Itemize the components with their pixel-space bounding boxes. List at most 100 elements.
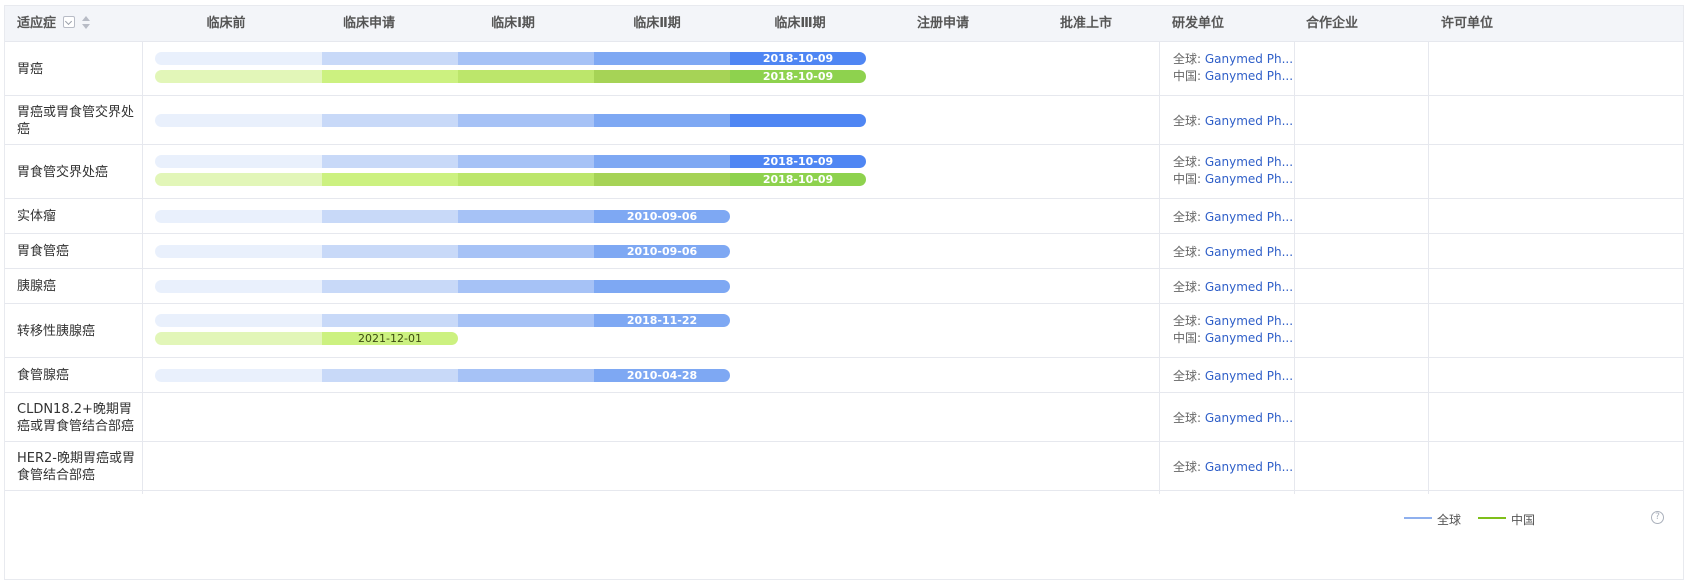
progress-segment: [322, 314, 458, 327]
developer-link[interactable]: Ganymed Ph...: [1205, 245, 1293, 259]
indication-label: 实体瘤: [17, 209, 57, 224]
progress-segment: [458, 52, 594, 65]
progress-segment: [458, 245, 594, 258]
developer-entry: 中国: Ganymed Ph...: [1173, 171, 1293, 187]
developer-entry: 全球: Ganymed Ph...: [1173, 51, 1293, 67]
developer-entry: 全球: Ganymed Ph...: [1173, 279, 1293, 295]
table-row: 转移性胰腺癌 2018-11-22 2021-12-01 全球: Ganymed Ph…: [5, 304, 1683, 358]
progress-segment: [155, 52, 322, 65]
bar-date-label: 2018-10-09: [762, 70, 834, 83]
table-row: 胃癌或胃食管交界处癌 全球: Ganymed Ph...: [5, 96, 1683, 145]
legend-global-line: [1404, 517, 1432, 519]
progress-segment: [322, 173, 458, 186]
bar-date-label: 2018-10-09: [762, 173, 834, 186]
developer-entry: 全球: Ganymed Ph...: [1173, 313, 1293, 329]
developer-link[interactable]: Ganymed Ph...: [1205, 172, 1293, 186]
developer-region-label: 全球:: [1173, 52, 1202, 66]
developer-region-label: 全球:: [1173, 411, 1202, 425]
developer-link[interactable]: Ganymed Ph...: [1205, 280, 1293, 294]
header-licensor: 许可单位: [1441, 16, 1494, 31]
header-stage-approved: 批准上市: [1059, 16, 1113, 31]
filter-icon[interactable]: [63, 16, 75, 28]
developer-region-label: 中国:: [1173, 69, 1202, 83]
table-row: 胃癌 2018-10-09 2018-10-09 全球: Ganymed Ph... 中…: [5, 42, 1683, 96]
progress-segment: [322, 280, 458, 293]
bar-date-label: 2010-04-28: [626, 369, 698, 382]
progress-segment: [458, 280, 594, 293]
indication-label: 胃食管交界处癌: [17, 164, 109, 180]
developer-link[interactable]: Ganymed Ph...: [1205, 314, 1293, 328]
legend-china-label: 中国: [1511, 513, 1536, 527]
progress-segment: [458, 210, 594, 223]
developer-entry: 全球: Ganymed Ph...: [1173, 459, 1293, 475]
developer-region-label: 中国:: [1173, 172, 1202, 186]
progress-segment: [458, 155, 594, 168]
developer-link[interactable]: Ganymed Ph...: [1205, 460, 1293, 474]
table-row: 胃食管癌 2010-09-06 全球: Ganymed Ph...: [5, 234, 1683, 269]
progress-segment: [322, 52, 458, 65]
progress-segment: [155, 314, 322, 327]
progress-segment: [594, 173, 730, 186]
header-partner: 合作企业: [1306, 16, 1359, 31]
progress-segment: [322, 369, 458, 382]
progress-segment: [155, 155, 322, 168]
developer-link[interactable]: Ganymed Ph...: [1205, 369, 1293, 383]
developer-region-label: 全球:: [1173, 245, 1202, 259]
header-developer: 研发单位: [1172, 16, 1225, 31]
developer-entry: 中国: Ganymed Ph...: [1173, 330, 1293, 346]
progress-bar-global[interactable]: [155, 114, 866, 127]
progress-segment: [594, 52, 730, 65]
indication-label: 食管腺癌: [17, 368, 70, 383]
developer-link[interactable]: Ganymed Ph...: [1205, 114, 1293, 128]
sort-icon[interactable]: [81, 16, 91, 30]
developer-entry: 全球: Ganymed Ph...: [1173, 113, 1293, 129]
pipeline-table: 适应症 临床前 临床申请 临床Ⅰ期 临床Ⅱ期 临床Ⅲ期 注册申请 批准上市 研发…: [4, 5, 1684, 580]
progress-segment: [458, 114, 594, 127]
developer-region-label: 全球:: [1173, 155, 1202, 169]
developer-region-label: 中国:: [1173, 331, 1202, 345]
developer-link[interactable]: Ganymed Ph...: [1205, 331, 1293, 345]
developer-entry: 全球: Ganymed Ph...: [1173, 410, 1293, 426]
header-stage-registration: 注册申请: [916, 16, 970, 31]
bar-date-label: 2010-09-06: [626, 245, 698, 258]
progress-segment: [458, 70, 594, 83]
indication-label: 胃癌: [17, 61, 44, 77]
developer-region-label: 全球:: [1173, 460, 1202, 474]
help-icon[interactable]: ?: [1651, 511, 1664, 524]
developer-region-label: 全球:: [1173, 369, 1202, 383]
header-stage-phase2: 临床Ⅱ期: [633, 16, 681, 31]
developer-link[interactable]: Ganymed Ph...: [1205, 210, 1293, 224]
developer-entry: 全球: Ganymed Ph...: [1173, 368, 1293, 384]
progress-segment: [322, 245, 458, 258]
developer-link[interactable]: Ganymed Ph...: [1205, 52, 1293, 66]
developer-entry: 全球: Ganymed Ph...: [1173, 244, 1293, 260]
progress-bar-global[interactable]: [155, 280, 730, 293]
progress-segment: [594, 70, 730, 83]
table-header: 适应症 临床前 临床申请 临床Ⅰ期 临床Ⅱ期 临床Ⅲ期 注册申请 批准上市 研发…: [5, 6, 1683, 42]
progress-segment: [155, 245, 322, 258]
developer-entry: 全球: Ganymed Ph...: [1173, 209, 1293, 225]
table-row: 食管腺癌 2010-04-28 全球: Ganymed Ph...: [5, 358, 1683, 393]
progress-segment: [458, 173, 594, 186]
developer-link[interactable]: Ganymed Ph...: [1205, 69, 1293, 83]
table-row: 胰腺癌 全球: Ganymed Ph...: [5, 269, 1683, 304]
indication-label: CLDN18.2+晚期胃癌或胃食管结合部癌: [17, 401, 135, 434]
progress-segment: [322, 155, 458, 168]
progress-segment: [322, 70, 458, 83]
developer-region-label: 全球:: [1173, 210, 1202, 224]
progress-segment: [155, 210, 322, 223]
header-stage-ind: 临床申请: [342, 16, 396, 31]
table-row: 实体瘤 2010-09-06 全球: Ganymed Ph...: [5, 199, 1683, 234]
developer-region-label: 全球:: [1173, 280, 1202, 294]
legend-china-line: [1478, 517, 1506, 519]
progress-segment: [155, 369, 322, 382]
developer-link[interactable]: Ganymed Ph...: [1205, 411, 1293, 425]
progress-segment: [322, 114, 458, 127]
indication-label: 胃癌或胃食管交界处癌: [17, 104, 135, 137]
progress-segment: [594, 155, 730, 168]
progress-segment: [155, 173, 322, 186]
bar-date-label: 2018-10-09: [762, 155, 834, 168]
progress-segment: [458, 369, 594, 382]
developer-link[interactable]: Ganymed Ph...: [1205, 155, 1293, 169]
header-stage-preclinical: 临床前: [206, 16, 246, 31]
